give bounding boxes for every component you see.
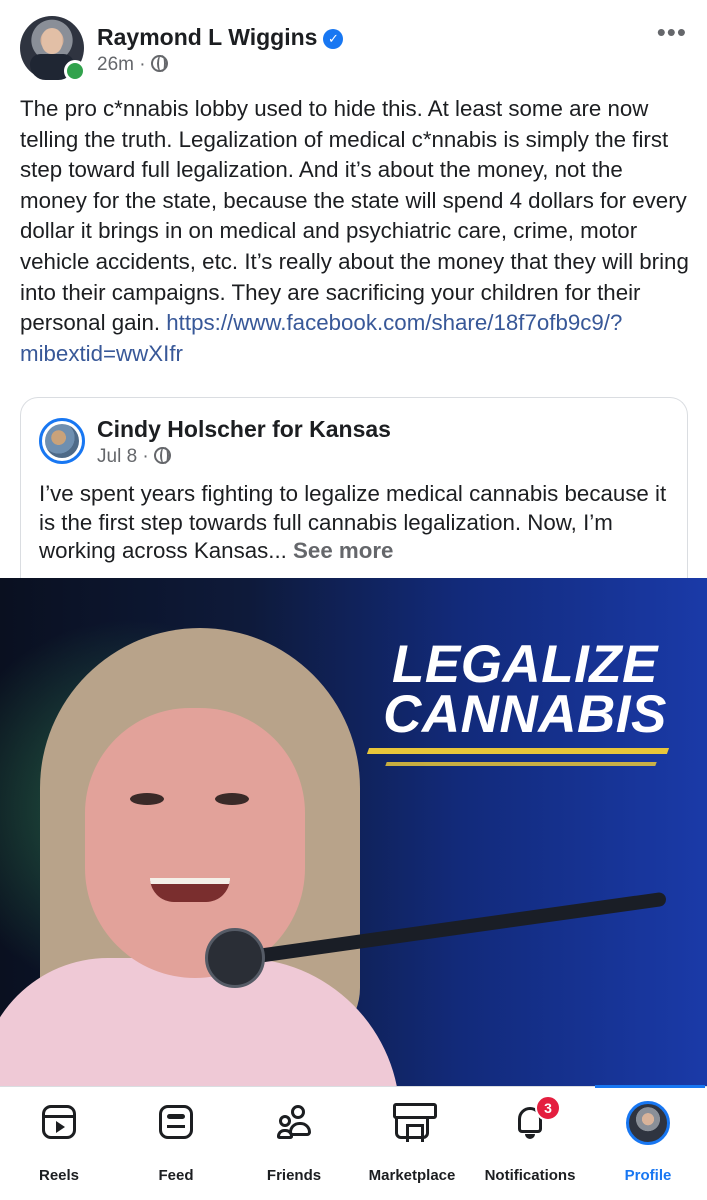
nav-label-marketplace: Marketplace (368, 1167, 456, 1184)
see-more-link[interactable]: See more (293, 538, 393, 563)
nav-item-feed[interactable]: Feed (117, 1101, 235, 1191)
globe-icon (150, 55, 168, 72)
nav-item-notifications[interactable]: 3 Notifications (471, 1095, 589, 1191)
profile-avatar (626, 1101, 670, 1145)
author-avatar[interactable] (20, 16, 86, 82)
more-options-button[interactable]: ••• (657, 19, 687, 45)
avatar-face (42, 28, 62, 54)
nav-label-friends: Friends (266, 1167, 322, 1184)
globe-icon (154, 447, 172, 464)
marketplace-icon (393, 1103, 437, 1142)
nav-item-marketplace[interactable]: Marketplace (353, 1101, 471, 1191)
headline-underline-secondary (385, 762, 657, 766)
reels-icon (42, 1105, 76, 1139)
post-text: The pro c*nnabis lobby used to hide this… (20, 96, 689, 336)
post-body: The pro c*nnabis lobby used to hide this… (20, 94, 692, 369)
author-name[interactable]: Raymond L Wiggins (97, 24, 317, 50)
nav-label-feed: Feed (158, 1167, 194, 1184)
active-tab-indicator (595, 1085, 705, 1088)
image-person-eye-left (130, 793, 164, 805)
image-microphone (205, 928, 265, 988)
verified-badge-icon: ✓ (323, 29, 344, 49)
nav-item-reels[interactable]: Reels (0, 1101, 118, 1191)
image-headline-line2: CANNABIS (383, 685, 667, 744)
shared-post-image[interactable]: LEGALIZE CANNABIS (0, 578, 707, 1086)
meta-separator: · (139, 54, 151, 75)
image-headline-line1: LEGALIZE (391, 635, 659, 694)
shared-author-name[interactable]: Cindy Holscher for Kansas (97, 416, 391, 443)
nav-label-reels: Reels (38, 1167, 80, 1184)
friends-icon (277, 1105, 311, 1139)
post-meta: 26m · (97, 54, 168, 76)
nav-item-friends[interactable]: Friends (235, 1101, 353, 1191)
meta-separator: · (142, 446, 155, 467)
image-person-face (85, 708, 305, 978)
post-timestamp[interactable]: 26m (97, 54, 134, 75)
bell-icon: 3 (513, 1095, 561, 1139)
image-headline: LEGALIZE CANNABIS (360, 635, 690, 744)
online-status-dot (64, 60, 86, 82)
nav-item-profile[interactable]: Profile (589, 1101, 707, 1191)
nav-label-notifications: Notifications (484, 1167, 576, 1184)
shared-timestamp[interactable]: Jul 8 (97, 446, 137, 467)
headline-underline (366, 748, 670, 754)
shared-avatar-image (45, 424, 79, 458)
shared-post-body: I’ve spent years fighting to legalize me… (39, 480, 675, 566)
shared-post-meta: Jul 8 · (97, 446, 172, 468)
image-person-mouth (150, 878, 230, 902)
post-header: Raymond L Wiggins ✓ 26m · ••• (20, 16, 687, 86)
nav-label-profile: Profile (624, 1167, 672, 1184)
image-person-eye-right (215, 793, 249, 805)
author-name-row[interactable]: Raymond L Wiggins ✓ (97, 24, 344, 51)
shared-author-avatar[interactable] (39, 418, 85, 464)
feed-icon (159, 1105, 193, 1139)
notification-count-badge: 3 (535, 1095, 561, 1121)
bottom-navigation-bar: Reels Feed Friends Marketplace 3 Notific… (0, 1085, 707, 1200)
